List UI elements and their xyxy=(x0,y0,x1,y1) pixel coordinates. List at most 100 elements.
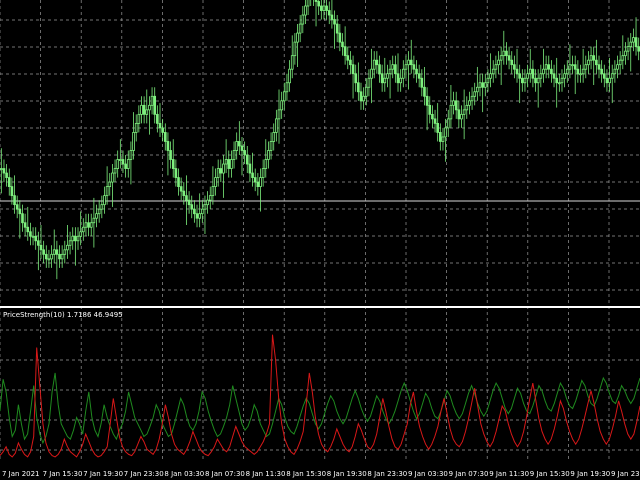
candle-body xyxy=(327,10,331,16)
candle-body xyxy=(539,73,543,79)
price-candle xyxy=(259,168,262,212)
price-candle xyxy=(275,109,278,142)
candle-body xyxy=(433,118,437,124)
price-candle xyxy=(2,159,6,183)
candle-body xyxy=(134,122,138,133)
candle-body xyxy=(634,37,638,48)
candle-body xyxy=(95,213,98,219)
price-candle xyxy=(84,213,88,237)
time-tick-label: 8 Jan 15:30 xyxy=(286,470,326,478)
price-candle xyxy=(465,96,469,119)
price-candle xyxy=(272,123,276,151)
candle-body xyxy=(253,177,257,183)
candle-body xyxy=(282,91,286,102)
candle-body xyxy=(108,181,112,188)
price-candle xyxy=(42,240,45,264)
price-candle xyxy=(470,87,474,110)
candle-body xyxy=(5,172,8,178)
price-candle xyxy=(100,195,104,219)
time-tick-label: 8 Jan 11:30 xyxy=(246,470,286,478)
price-candle xyxy=(425,87,429,131)
candle-body xyxy=(552,73,556,79)
price-candle xyxy=(163,123,167,151)
time-tick-label: 9 Jan 11:30 xyxy=(489,470,529,478)
price-candle xyxy=(446,109,450,137)
candle-body xyxy=(394,64,397,75)
candle-body xyxy=(391,64,395,70)
candle-body xyxy=(198,213,201,219)
indicator-label: PriceStrength(10) 1.7186 46.9495 xyxy=(3,311,123,319)
candle-body xyxy=(280,100,283,111)
candle-body xyxy=(148,104,151,111)
candle-body xyxy=(288,68,291,84)
price-candle xyxy=(386,64,389,88)
candle-body xyxy=(423,86,426,97)
price-candle xyxy=(282,82,286,110)
time-tick-label: 8 Jan 03:30 xyxy=(164,470,204,478)
candle-body xyxy=(613,68,617,75)
time-tick-label: 7 Jan 23:30 xyxy=(124,470,164,478)
candle-body xyxy=(34,235,38,242)
candle-body xyxy=(216,168,220,178)
price-candle xyxy=(113,159,117,183)
candle-body xyxy=(468,100,471,106)
price-candle xyxy=(240,136,244,176)
price-candle xyxy=(169,141,172,169)
price-candle xyxy=(224,139,228,174)
price-candle xyxy=(417,64,421,88)
price-candle xyxy=(491,60,495,83)
candle-body xyxy=(169,150,172,160)
candle-body xyxy=(58,253,61,260)
candle-body xyxy=(185,195,188,201)
candle-body xyxy=(243,150,246,156)
candle-body xyxy=(618,59,622,66)
price-candles[interactable] xyxy=(0,0,640,280)
price-candle xyxy=(483,73,487,97)
price-candle xyxy=(457,100,461,128)
candle-body xyxy=(378,64,381,75)
price-candle xyxy=(13,175,16,214)
price-candle xyxy=(565,60,569,83)
candle-body xyxy=(621,55,625,61)
candle-body xyxy=(158,122,162,129)
candle-body xyxy=(364,86,368,97)
price-candle xyxy=(436,103,440,142)
price-candle xyxy=(367,69,371,97)
candle-body xyxy=(494,64,498,70)
candle-body xyxy=(388,68,392,75)
price-candle xyxy=(420,69,424,97)
candle-body xyxy=(50,253,53,260)
price-candle xyxy=(346,46,350,70)
candle-body xyxy=(145,109,149,115)
candle-body xyxy=(401,68,405,79)
candle-body xyxy=(534,77,537,84)
price-candle xyxy=(568,44,572,79)
price-candle xyxy=(396,53,400,92)
chart-window[interactable]: 7 Jan 2021 7 Jan 15:30 7 Jan 19:30 7 Jan 23… xyxy=(0,0,640,480)
price-candle xyxy=(478,73,482,97)
price-candle xyxy=(362,87,365,110)
candle-body xyxy=(523,77,527,84)
price-candle xyxy=(148,96,151,135)
price-candle xyxy=(359,82,363,110)
price-candle xyxy=(95,204,98,228)
price-candle xyxy=(89,213,93,237)
price-candle xyxy=(441,127,445,151)
candle-body xyxy=(610,73,614,79)
chart-canvas[interactable]: 7 Jan 2021 7 Jan 15:30 7 Jan 19:30 7 Jan 23… xyxy=(0,0,640,480)
price-candle xyxy=(264,139,268,178)
candle-body xyxy=(156,113,159,124)
candle-body xyxy=(116,159,120,169)
price-candle xyxy=(105,166,109,205)
price-candle xyxy=(407,51,410,90)
price-candle xyxy=(230,150,233,178)
price-candle xyxy=(243,141,246,165)
time-tick-label: 7 Jan 2021 xyxy=(2,470,40,478)
candle-body xyxy=(367,77,371,88)
price-candle xyxy=(235,132,239,160)
candle-body xyxy=(259,177,262,188)
candle-body xyxy=(396,73,400,84)
price-candle xyxy=(354,64,358,92)
price-candle xyxy=(26,206,30,241)
price-candle xyxy=(473,82,477,106)
